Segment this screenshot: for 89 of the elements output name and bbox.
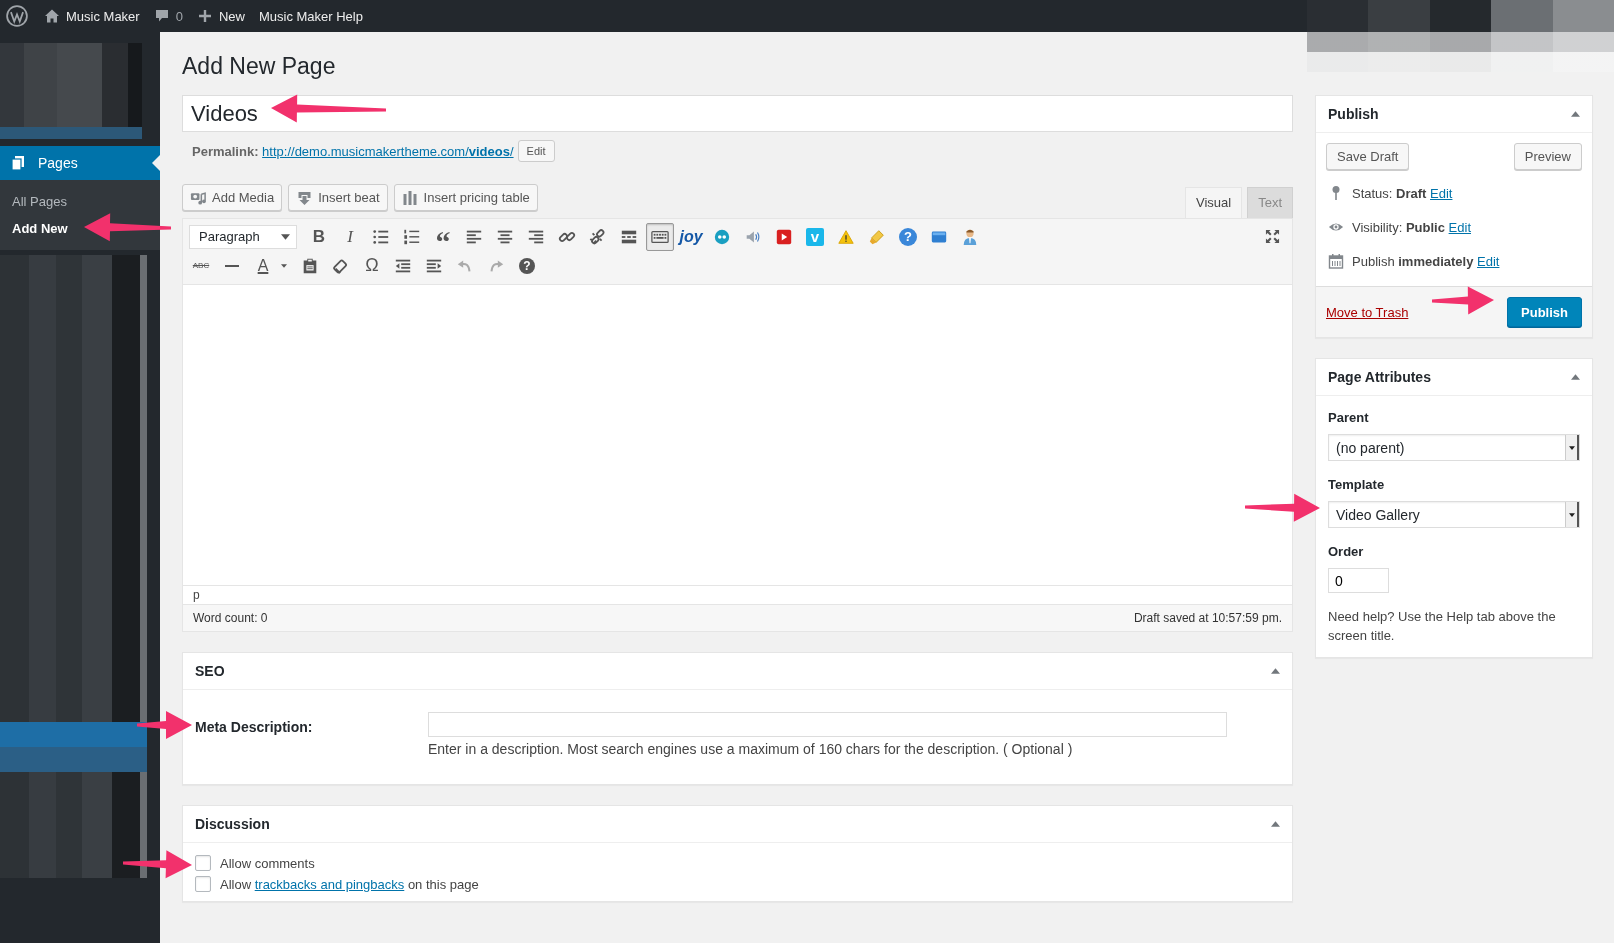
collapse-icon[interactable] <box>1571 111 1580 117</box>
move-to-trash-link[interactable]: Move to Trash <box>1326 304 1409 320</box>
preview-button[interactable]: Preview <box>1513 143 1582 170</box>
element-path: p <box>193 588 200 602</box>
fullscreen-icon[interactable] <box>1265 229 1280 244</box>
publish-setting-text: Publish immediately Edit <box>1352 253 1500 269</box>
warning-icon <box>837 227 855 246</box>
annotation-arrow <box>1432 286 1494 315</box>
edit-link[interactable]: Edit <box>1430 185 1453 201</box>
plus-icon <box>196 8 213 24</box>
help-circle-button[interactable]: ? <box>899 227 917 246</box>
calendar-icon <box>1328 253 1344 269</box>
panel-title: Publish <box>1328 106 1379 122</box>
comment-icon <box>153 8 170 24</box>
logo-icon[interactable] <box>6 5 28 27</box>
publish-setting-text: Visibility: Public Edit <box>1352 219 1471 235</box>
submenu-item[interactable]: Add New <box>0 215 160 242</box>
option-text: Allow comments <box>220 855 315 871</box>
edit-link[interactable]: Edit <box>1448 219 1471 235</box>
quote-circle-icon <box>713 227 731 246</box>
home-link[interactable]: Music Maker <box>44 8 140 24</box>
dropdown[interactable]: (no parent) <box>1328 434 1580 461</box>
page-heading: Add New Page <box>182 52 337 81</box>
format-dropdown[interactable]: Paragraph <box>189 224 297 249</box>
checkbox[interactable] <box>195 855 211 871</box>
help-button[interactable]: ? <box>519 257 535 274</box>
paste-icon <box>301 256 319 275</box>
bold-button[interactable]: B <box>305 222 333 251</box>
comments-link[interactable]: 0 <box>153 8 183 24</box>
submenu-item[interactable]: All Pages <box>0 188 160 215</box>
field-label: Order <box>1328 544 1365 559</box>
publish-setting-text: Status: Draft Edit <box>1352 185 1453 201</box>
edit-permalink-button[interactable]: Edit <box>517 140 555 162</box>
pages-icon <box>10 155 26 171</box>
joy-button[interactable]: joy <box>677 222 705 251</box>
add-media-button[interactable]: Add Media <box>182 184 283 211</box>
insert-button[interactable]: Insert pricing table <box>393 184 538 211</box>
blockquote-button[interactable]: “ <box>429 222 457 251</box>
italic-button[interactable]: I <box>336 222 364 251</box>
annotation-arrow <box>137 711 192 739</box>
title-field[interactable]: Videos <box>182 95 1293 132</box>
omega-button[interactable]: Ω <box>358 251 386 280</box>
permalink-text: Permalink: http://demo.musicmakertheme.com/videos/ <box>192 143 514 159</box>
help-text: Enter in a description. Most search engines use a maximum of 160 chars for the description. ( Optional ) <box>428 741 1074 757</box>
highlighter-icon <box>868 227 886 246</box>
help-text: Need help? Use the Help tab above the screen title. <box>1328 608 1557 645</box>
panel-title: Page Attributes <box>1328 369 1431 385</box>
field-label: Meta Description: <box>195 718 314 737</box>
caret-icon <box>281 233 290 240</box>
pages-menu-item[interactable]: Pages <box>0 146 160 180</box>
unlink-icon <box>589 227 607 246</box>
download-icon <box>296 189 314 206</box>
person-icon <box>961 227 979 246</box>
help-link[interactable]: Music Maker Help <box>258 8 363 24</box>
publish-button[interactable]: Publish <box>1507 297 1582 327</box>
order-field[interactable]: 0 <box>1328 568 1389 593</box>
numbered-list-icon <box>403 227 421 246</box>
annotation-arrow <box>123 850 192 879</box>
collapse-icon[interactable] <box>1571 374 1580 380</box>
dropdown[interactable]: Video Gallery <box>1328 501 1580 528</box>
caret-icon <box>1568 445 1575 450</box>
panel-title: Discussion <box>195 816 270 832</box>
draft-saved-text: Draft saved at 10:57:59 pm. <box>1133 611 1282 625</box>
keyboard-button[interactable] <box>646 222 674 251</box>
panel-title: SEO <box>195 663 225 679</box>
option-text: Allow trackbacks and pingbacks on this page <box>220 876 479 892</box>
edit-link[interactable]: Edit <box>1477 253 1500 269</box>
meta-description-field[interactable] <box>428 712 1227 737</box>
text-color-button[interactable]: A <box>249 251 277 280</box>
permalink-link[interactable]: http://demo.musicmakertheme.com/videos/ <box>262 143 514 159</box>
home-icon <box>44 8 60 24</box>
checkbox[interactable] <box>195 876 211 892</box>
strikethrough-button[interactable]: ABC <box>187 251 215 280</box>
collapse-icon[interactable] <box>1271 821 1280 827</box>
save-draft-button[interactable]: Save Draft <box>1326 143 1410 170</box>
bullet-list-icon <box>372 227 390 246</box>
word-count: Word count: 0 <box>193 611 268 625</box>
video-player-icon <box>775 227 793 246</box>
collapse-icon[interactable] <box>1271 668 1280 674</box>
insert-button[interactable]: Insert beat <box>288 184 388 211</box>
bar-chart-icon <box>401 189 419 206</box>
trackbacks-link[interactable]: trackbacks and pingbacks <box>254 876 405 892</box>
new-link[interactable]: New <box>196 8 245 24</box>
editor-tab[interactable]: Visual <box>1184 187 1243 218</box>
camera-music-icon <box>190 189 207 206</box>
field-label: Parent <box>1328 410 1370 425</box>
field-label: Template <box>1328 477 1386 492</box>
eraser-icon <box>332 256 350 275</box>
caret-icon <box>1568 512 1575 517</box>
